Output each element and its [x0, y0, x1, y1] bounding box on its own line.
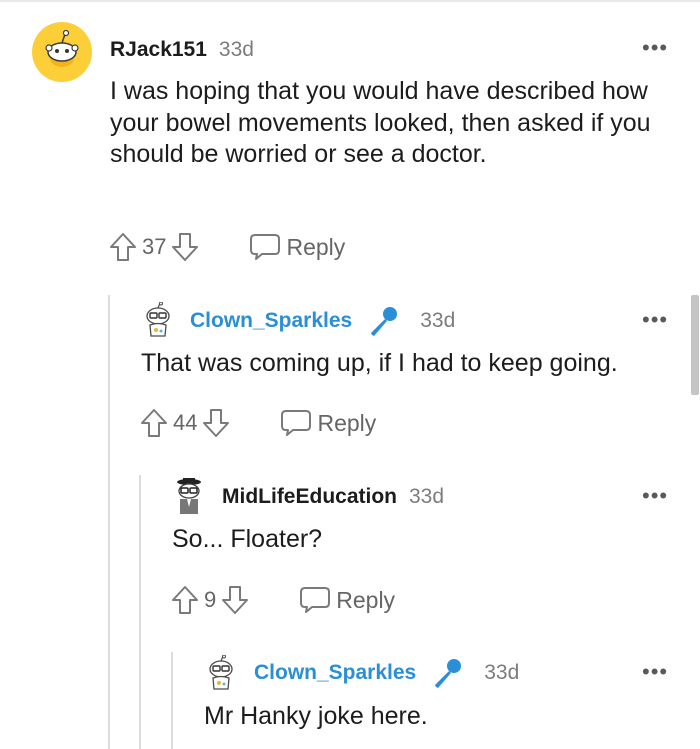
speech-bubble-icon [248, 232, 282, 262]
comment-timestamp: 33d [484, 661, 520, 684]
avatar[interactable] [203, 654, 239, 691]
reply-button[interactable]: Reply [279, 408, 376, 438]
microphone-icon [366, 304, 400, 338]
comment-body: I was hoping that you would have describ… [110, 77, 651, 168]
reply-button[interactable]: Reply [248, 232, 345, 262]
reply-button[interactable]: Reply [298, 585, 395, 615]
comment-timestamp: 33d [218, 38, 254, 61]
more-options-icon[interactable]: ••• [642, 661, 668, 683]
upvote-arrow-up-icon[interactable] [170, 584, 200, 616]
thread-line [139, 475, 141, 749]
avatar[interactable] [140, 301, 176, 338]
top-divider [0, 0, 700, 2]
avatar[interactable] [171, 477, 207, 515]
upvote-arrow-up-icon[interactable] [139, 407, 169, 439]
comment-author[interactable]: RJack151 [110, 38, 207, 62]
downvote-arrow-down-icon[interactable] [170, 231, 200, 263]
thread-line [108, 295, 110, 749]
vote-score: 44 [173, 410, 198, 435]
comment-timestamp: 33d [420, 309, 456, 332]
comment-body: That was coming up, if I had to keep goi… [141, 349, 618, 377]
reply-label: Reply [286, 233, 346, 260]
scrollbar[interactable] [691, 295, 699, 395]
comment-body: Mr Hanky joke here. [204, 702, 428, 730]
vote-score: 37 [142, 234, 167, 259]
comment-author[interactable]: MidLifeEducation [222, 485, 397, 509]
speech-bubble-icon [298, 585, 332, 615]
more-options-icon[interactable]: ••• [642, 309, 668, 331]
comment-timestamp: 33d [409, 485, 445, 508]
avatar[interactable] [32, 22, 92, 82]
thread-line [171, 652, 173, 749]
reply-label: Reply [336, 586, 396, 613]
reply-label: Reply [317, 409, 377, 436]
downvote-arrow-down-icon[interactable] [201, 407, 231, 439]
more-options-icon[interactable]: ••• [642, 485, 668, 507]
more-options-icon[interactable]: ••• [642, 37, 668, 59]
comment-author[interactable]: Clown_Sparkles [190, 309, 352, 333]
vote-score: 9 [204, 587, 217, 612]
downvote-arrow-down-icon[interactable] [220, 584, 250, 616]
upvote-arrow-up-icon[interactable] [108, 231, 138, 263]
microphone-icon [430, 656, 464, 690]
speech-bubble-icon [279, 408, 313, 438]
comment-body: So... Floater? [172, 525, 323, 553]
comment-author[interactable]: Clown_Sparkles [254, 661, 416, 685]
